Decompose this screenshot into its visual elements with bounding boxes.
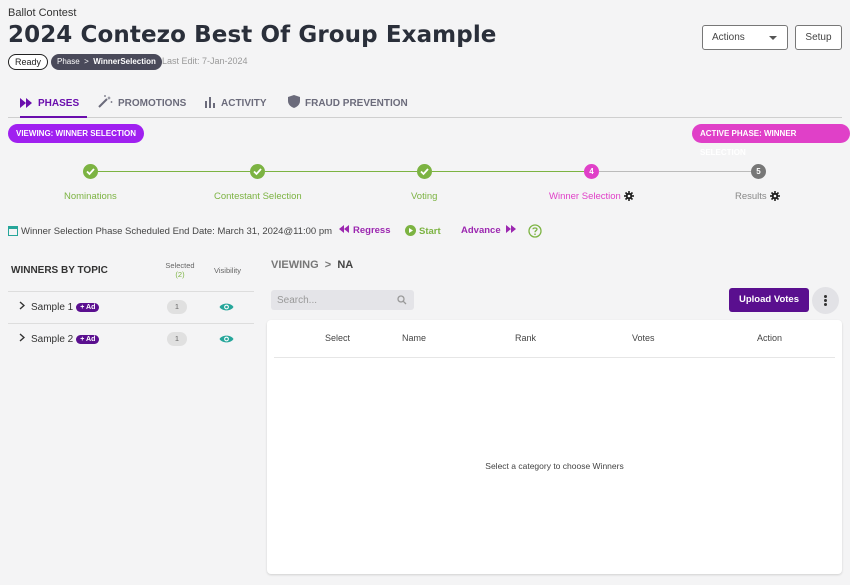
- page-title: 2024 Contezo Best Of Group Example: [8, 22, 497, 48]
- topic-label[interactable]: Sample 1 + Ad: [19, 301, 100, 313]
- topic-label[interactable]: Sample 2 + Ad: [19, 333, 100, 345]
- tab-promotions-label: PROMOTIONS: [118, 98, 187, 109]
- tab-fraud-prevention[interactable]: FRAUD PREVENTION: [288, 94, 408, 118]
- advance-label: Advance: [461, 225, 501, 236]
- check-icon: [420, 168, 429, 176]
- phase-badge-value: WinnerSelection: [93, 57, 156, 66]
- step-winner-selection: Winner Selection: [549, 191, 634, 202]
- column-header-rank: Rank: [515, 333, 537, 343]
- more-options-button[interactable]: [812, 287, 839, 314]
- bar-chart-icon: [205, 97, 215, 108]
- step-connector: [98, 171, 250, 172]
- setup-button[interactable]: Setup: [795, 25, 842, 50]
- step-label-winner-selection: Winner Selection: [549, 191, 621, 202]
- tab-activity-label: ACTIVITY: [221, 98, 267, 109]
- help-icon[interactable]: [528, 224, 542, 238]
- chevron-right-icon: >: [81, 57, 92, 66]
- scheduled-end-date: Winner Selection Phase Scheduled End Dat…: [21, 226, 333, 237]
- check-icon: [253, 168, 262, 176]
- regress-button[interactable]: Regress: [339, 225, 391, 236]
- status-badge: Ready: [8, 54, 49, 70]
- step-results: Results: [735, 191, 780, 202]
- fast-forward-icon: [20, 98, 32, 108]
- column-header-votes: Votes: [632, 333, 655, 343]
- phase-badge: Phase > WinnerSelection: [51, 54, 162, 70]
- step-label-results: Results: [735, 191, 767, 202]
- shield-icon: [288, 95, 300, 108]
- step-connector: [432, 171, 584, 172]
- tab-phases-label: PHASES: [38, 98, 80, 109]
- last-edit-text: Last Edit: 7-Jan-2024: [162, 56, 248, 66]
- tab-promotions[interactable]: PROMOTIONS: [98, 94, 186, 118]
- start-label: Start: [419, 226, 441, 237]
- step-label-voting: Voting: [411, 191, 438, 202]
- regress-label: Regress: [353, 225, 391, 236]
- step-label-nominations: Nominations: [64, 191, 117, 202]
- winners-by-topic-title: WINNERS BY TOPIC: [11, 265, 108, 276]
- step-marker-voting[interactable]: [417, 164, 432, 179]
- search-input[interactable]: [271, 290, 391, 310]
- step-marker-nominations[interactable]: [83, 164, 98, 179]
- rewind-icon: [339, 225, 349, 233]
- step-connector: [265, 171, 417, 172]
- active-phase-pill: ACTIVE PHASE: WINNER SELECTION: [692, 124, 850, 157]
- phase-badge-prefix: Phase: [57, 57, 80, 66]
- check-icon: [86, 168, 95, 176]
- upload-votes-button[interactable]: Upload Votes: [729, 288, 809, 312]
- tab-phases[interactable]: PHASES: [20, 94, 87, 118]
- step-marker-contestant-selection[interactable]: [250, 164, 265, 179]
- topic-name: Sample 2: [31, 334, 74, 345]
- actions-dropdown[interactable]: Actions: [702, 25, 788, 50]
- topic-row[interactable]: Sample 2 + Ad 1: [8, 323, 254, 355]
- column-header-select: Select: [325, 333, 351, 343]
- magic-wand-icon: [98, 95, 113, 108]
- column-header-name: Name: [402, 333, 427, 343]
- selected-count: (2): [175, 270, 185, 279]
- search-box: [271, 290, 414, 310]
- actions-label: Actions: [712, 32, 745, 43]
- add-ad-badge[interactable]: + Ad: [76, 303, 100, 312]
- tab-activity[interactable]: ACTIVITY: [204, 94, 267, 118]
- selected-count-badge: 1: [167, 332, 187, 346]
- breadcrumb[interactable]: Ballot Contest: [8, 7, 76, 19]
- tab-fraud-prevention-label: FRAUD PREVENTION: [305, 98, 408, 109]
- eye-icon[interactable]: [219, 334, 234, 344]
- tab-bar: PHASES PROMOTIONS ACTIVITY FRAUD PREVENT…: [8, 94, 842, 118]
- gear-icon[interactable]: [769, 191, 780, 201]
- header-divider: [274, 357, 835, 358]
- viewing-prefix: VIEWING: [271, 259, 319, 271]
- selected-count-badge: 1: [167, 300, 187, 314]
- advance-button[interactable]: Advance: [461, 225, 517, 236]
- chevron-right-icon[interactable]: [19, 301, 25, 310]
- step-marker-winner-selection[interactable]: 4: [584, 164, 599, 179]
- start-button[interactable]: Start: [405, 225, 441, 237]
- fast-forward-icon: [505, 225, 516, 233]
- viewing-breadcrumb: VIEWING > NA: [271, 259, 353, 271]
- topic-name: Sample 1: [31, 302, 74, 313]
- chevron-right-icon[interactable]: [19, 333, 25, 342]
- selected-column-header: Selected (2): [165, 261, 195, 279]
- column-header-action: Action: [757, 333, 783, 343]
- viewing-phase-pill: VIEWING: WINNER SELECTION: [8, 124, 144, 143]
- topic-row[interactable]: Sample 1 + Ad 1: [8, 291, 254, 323]
- winners-table-panel: Select Name Rank Votes Action Select a c…: [267, 320, 842, 574]
- eye-icon[interactable]: [219, 302, 234, 312]
- calendar-icon: [8, 226, 18, 236]
- empty-state-message: Select a category to choose Winners: [485, 461, 624, 471]
- step-connector: [599, 171, 751, 172]
- chevron-right-icon: >: [321, 259, 335, 271]
- add-ad-badge[interactable]: + Ad: [76, 335, 100, 344]
- search-icon[interactable]: [397, 295, 407, 305]
- step-label-contestant-selection: Contestant Selection: [214, 191, 302, 202]
- play-circle-icon: [405, 225, 416, 236]
- viewing-value: NA: [337, 259, 354, 271]
- visibility-column-header: Visibility: [214, 266, 241, 275]
- selected-header-label: Selected: [165, 261, 195, 270]
- step-marker-results[interactable]: 5: [751, 164, 766, 179]
- gear-icon[interactable]: [623, 191, 634, 201]
- schedule-row: Winner Selection Phase Scheduled End Dat…: [8, 225, 332, 237]
- caret-down-icon: [769, 36, 777, 40]
